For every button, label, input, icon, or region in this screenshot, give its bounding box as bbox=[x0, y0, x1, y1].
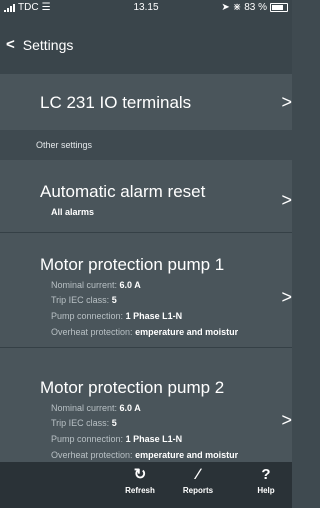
pump2-overheat: Overheat protection: emperature and mois… bbox=[51, 450, 238, 460]
pump1-conn-label: Pump connection: bbox=[51, 311, 124, 321]
question-icon: ? bbox=[261, 466, 271, 483]
chevron-right-icon: > bbox=[281, 92, 292, 112]
pump1-connection: Pump connection: 1 Phase L1-N bbox=[51, 311, 182, 321]
status-right: ➤ ⋇ 83 % bbox=[221, 2, 288, 13]
pump2-row[interactable]: Motor protection pump 2 Nominal current:… bbox=[0, 348, 292, 462]
help-label: Help bbox=[257, 486, 275, 495]
reports-button[interactable]: ∕ Reports bbox=[168, 466, 228, 495]
pump2-overheat-label: Overheat protection: bbox=[51, 450, 133, 460]
pump1-conn-value: 1 Phase L1-N bbox=[125, 311, 183, 321]
alarm-reset-title: Automatic alarm reset bbox=[40, 182, 206, 201]
pump1-title: Motor protection pump 1 bbox=[40, 255, 225, 274]
alarm-reset-row[interactable]: Automatic alarm reset All alarms > bbox=[0, 160, 292, 232]
battery-percent: 83 % bbox=[244, 2, 267, 13]
pump1-trip-value: 5 bbox=[111, 295, 117, 305]
pump1-nominal-label: Nominal current: bbox=[51, 280, 118, 290]
pump2-trip: Trip IEC class: 5 bbox=[51, 418, 117, 428]
reports-label: Reports bbox=[182, 486, 214, 495]
pump2-overheat-value: emperature and moistur bbox=[135, 450, 239, 460]
pump1-nominal: Nominal current: 6.0 A bbox=[51, 280, 141, 290]
pump2-connection: Pump connection: 1 Phase L1-N bbox=[51, 434, 182, 444]
refresh-label: Refresh bbox=[125, 486, 155, 495]
pump1-trip-label: Trip IEC class: bbox=[51, 295, 110, 305]
pump2-conn-label: Pump connection: bbox=[51, 434, 124, 444]
location-icon: ➤ bbox=[221, 2, 230, 13]
chevron-right-icon: > bbox=[281, 190, 292, 210]
pump2-nominal-label: Nominal current: bbox=[51, 403, 118, 413]
section-header: Other settings bbox=[0, 130, 292, 160]
chevron-right-icon: > bbox=[281, 410, 292, 430]
alarm-reset-value: All alarms bbox=[51, 207, 95, 217]
pump1-overheat-value: emperature and moistur bbox=[135, 327, 239, 337]
pump1-row[interactable]: Motor protection pump 1 Nominal current:… bbox=[0, 233, 292, 347]
battery-icon bbox=[270, 3, 288, 12]
pump2-nominal: Nominal current: 6.0 A bbox=[51, 403, 141, 413]
pump1-nominal-value: 6.0 A bbox=[119, 280, 141, 290]
pump2-nominal-value: 6.0 A bbox=[119, 403, 141, 413]
pump1-trip: Trip IEC class: 5 bbox=[51, 295, 117, 305]
pump2-trip-label: Trip IEC class: bbox=[51, 418, 110, 428]
pump2-conn-value: 1 Phase L1-N bbox=[125, 434, 183, 444]
chevron-left-icon: < bbox=[6, 36, 15, 53]
bottom-toolbar: ↻ Refresh ∕ Reports ? Help bbox=[0, 462, 292, 508]
lc-terminals-title: LC 231 IO terminals bbox=[40, 93, 192, 112]
section-label: Other settings bbox=[36, 140, 93, 150]
refresh-button[interactable]: ↻ Refresh bbox=[110, 466, 170, 495]
pump1-overheat: Overheat protection: emperature and mois… bbox=[51, 327, 238, 337]
back-label: Settings bbox=[22, 36, 74, 53]
chevron-right-icon: > bbox=[281, 287, 292, 307]
help-button[interactable]: ? Help bbox=[238, 466, 294, 495]
pump1-overheat-label: Overheat protection: bbox=[51, 327, 133, 337]
nav-header: < Settings bbox=[0, 16, 292, 74]
pump2-trip-value: 5 bbox=[111, 418, 117, 428]
refresh-icon: ↻ bbox=[133, 466, 147, 483]
back-button[interactable]: < Settings bbox=[6, 36, 73, 53]
lc-terminals-row[interactable]: LC 231 IO terminals > bbox=[0, 74, 292, 130]
pump2-title: Motor protection pump 2 bbox=[40, 378, 225, 397]
pencil-icon: ∕ bbox=[196, 466, 200, 483]
bluetooth-icon: ⋇ bbox=[232, 2, 242, 13]
status-bar: TDC ☰ 13.15 ➤ ⋇ 83 % bbox=[0, 0, 292, 16]
